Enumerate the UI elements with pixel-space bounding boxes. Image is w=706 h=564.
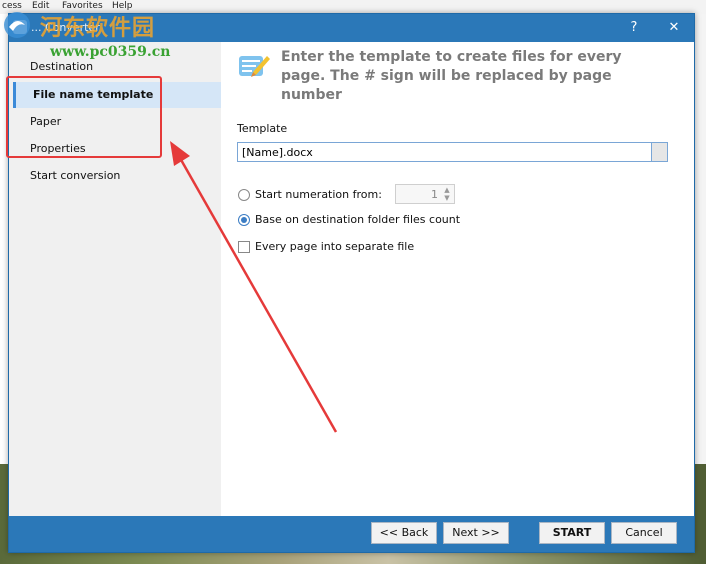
start-numeration-radio[interactable]	[238, 189, 250, 201]
cancel-button[interactable]: Cancel	[611, 522, 677, 544]
start-numeration-stepper[interactable]: 1 ▲ ▼	[395, 184, 455, 204]
sidebar-item-start-conversion[interactable]: Start conversion	[9, 163, 221, 189]
wizard-content: Enter the template to create files for e…	[221, 42, 694, 516]
notepad-pencil-icon	[239, 56, 270, 77]
next-button[interactable]: Next >>	[443, 522, 509, 544]
template-label: Template	[237, 122, 288, 135]
watermark-site-name: 河东软件园	[40, 16, 156, 41]
separate-file-label: Every page into separate file	[255, 240, 415, 253]
base-on-folder-radio[interactable]	[238, 214, 250, 226]
separate-file-checkbox[interactable]	[238, 241, 250, 253]
start-button[interactable]: START	[539, 522, 605, 544]
help-button[interactable]: ?	[621, 18, 647, 38]
dialog-footer: << Back Next >> START Cancel	[9, 516, 694, 552]
start-numeration-label: Start numeration from:	[255, 188, 382, 201]
template-input[interactable]	[237, 142, 652, 162]
close-button[interactable]: ✕	[661, 18, 687, 38]
back-button[interactable]: << Back	[371, 522, 437, 544]
template-dropdown-button[interactable]	[652, 142, 668, 162]
start-numeration-value: 1	[431, 188, 438, 201]
watermark-url: www.pc0359.cn	[50, 44, 171, 60]
annotation-highlight-box	[6, 76, 162, 158]
watermark-logo-icon	[4, 12, 30, 38]
stepper-arrows-icon[interactable]: ▲ ▼	[442, 186, 452, 202]
hint-text: Enter the template to create files for e…	[281, 49, 622, 103]
base-on-folder-label: Base on destination folder files count	[255, 213, 461, 226]
